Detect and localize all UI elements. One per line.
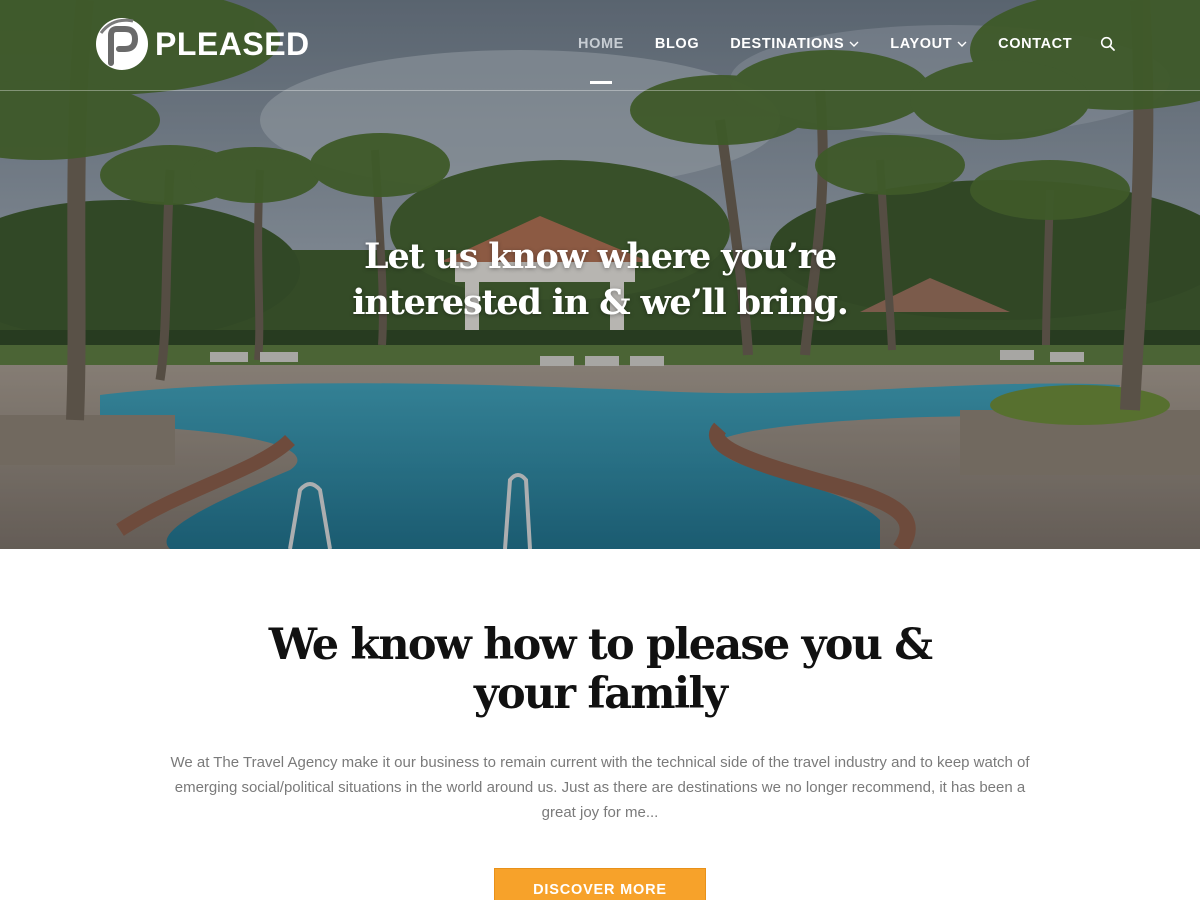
nav-item-layout[interactable]: LAYOUT (890, 36, 967, 52)
main-navigation: HOME BLOG DESTINATIONS LAYOUT CONTACT (578, 36, 1116, 84)
site-header: PLEASED HOME BLOG DESTINATIONS LAYOUT CO… (0, 0, 1200, 91)
nav-item-label: LAYOUT (890, 36, 953, 52)
chevron-down-icon (849, 41, 859, 47)
nav-item-blog[interactable]: BLOG (655, 36, 699, 52)
site-logo[interactable]: PLEASED (93, 15, 310, 73)
site-name: PLEASED (155, 25, 310, 62)
search-icon[interactable] (1100, 36, 1116, 52)
nav-item-label: BLOG (654, 36, 700, 52)
nav-item-label: HOME (578, 36, 624, 52)
nav-item-label: DESTINATIONS (730, 36, 845, 52)
intro-section: We know how to please you & your family … (0, 549, 1200, 900)
discover-more-button[interactable]: DISCOVER MORE (494, 868, 706, 900)
pleased-p-logo-icon (96, 18, 148, 70)
hero-banner: PLEASED HOME BLOG DESTINATIONS LAYOUT CO… (0, 0, 1200, 549)
nav-item-destinations[interactable]: DESTINATIONS (730, 36, 859, 52)
nav-item-label: CONTACT (998, 36, 1073, 52)
intro-text: We at The Travel Agency make it our busi… (170, 754, 1030, 821)
nav-item-home[interactable]: HOME (578, 36, 624, 84)
chevron-down-icon (957, 41, 967, 47)
nav-item-contact[interactable]: CONTACT (998, 36, 1072, 52)
hero-title: Let us know where you’re interested in &… (352, 236, 849, 323)
intro-heading: We know how to please you & your family (268, 620, 933, 719)
